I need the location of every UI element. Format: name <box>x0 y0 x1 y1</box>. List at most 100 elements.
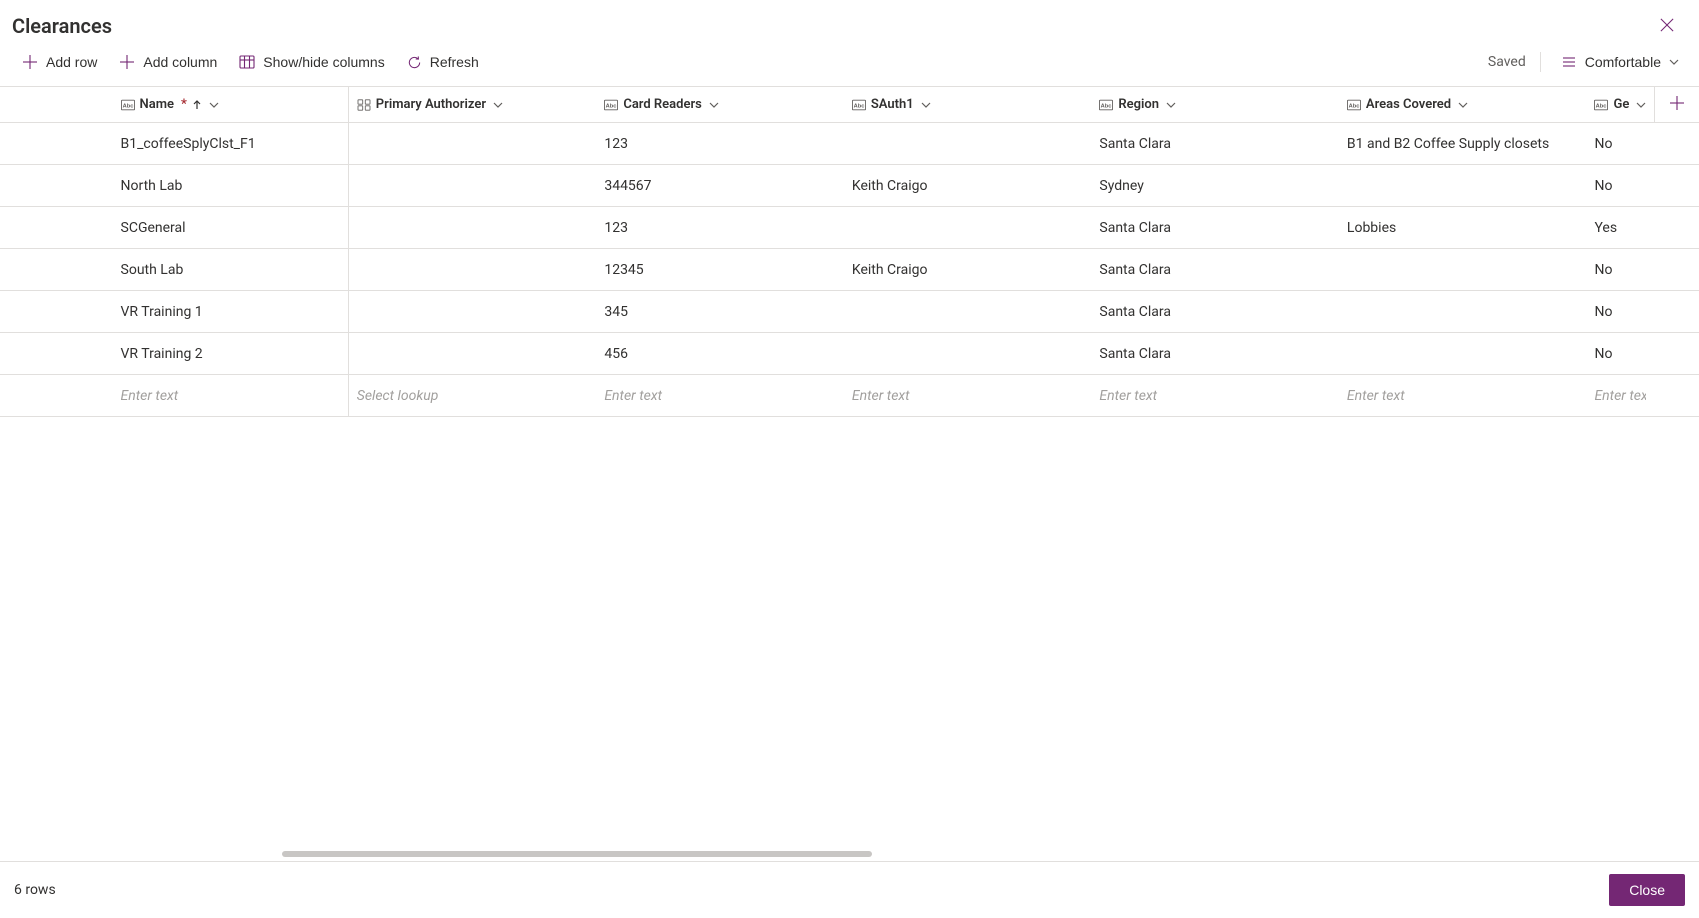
show-hide-columns-button[interactable]: Show/hide columns <box>231 48 392 76</box>
cell-readers[interactable]: 12345 <box>596 249 844 291</box>
cell-ge[interactable]: No <box>1586 249 1654 291</box>
cell-sauth1[interactable] <box>844 123 1092 165</box>
cell-readers[interactable]: 344567 <box>596 165 844 207</box>
cell-areas[interactable] <box>1339 291 1587 333</box>
table-row[interactable]: North Lab 344567Keith CraigoSydney No <box>0 165 1699 207</box>
cell-areas[interactable]: Lobbies <box>1339 207 1587 249</box>
columns-icon <box>239 54 255 70</box>
cell-region[interactable]: Sydney <box>1091 165 1339 207</box>
cell-name[interactable]: South Lab <box>113 249 349 291</box>
cell-name[interactable]: SCGeneral <box>113 207 349 249</box>
column-header-areas[interactable]: AbcAreas Covered <box>1339 87 1587 123</box>
column-header-primary[interactable]: Primary Authorizer <box>349 87 597 123</box>
cell-ge[interactable]: Yes <box>1586 207 1654 249</box>
column-header-readers[interactable]: Abc Card Readers <box>596 87 844 123</box>
column-label: SAuth1 <box>871 97 914 112</box>
plus-icon <box>22 54 38 70</box>
refresh-icon <box>407 55 422 70</box>
cell-region[interactable]: Santa Clara <box>1091 207 1339 249</box>
cell-region[interactable]: Santa Clara <box>1091 291 1339 333</box>
cell-name[interactable]: North Lab <box>113 165 349 207</box>
add-column-label: Add column <box>143 54 217 70</box>
add-row-button[interactable]: Add row <box>14 48 105 76</box>
new-row-cell-primary[interactable] <box>349 375 597 417</box>
horizontal-scrollbar[interactable] <box>22 847 1677 859</box>
refresh-button[interactable]: Refresh <box>399 48 487 76</box>
cell-name[interactable]: B1_coffeeSplyClst_F1 <box>113 123 349 165</box>
close-icon-button[interactable] <box>1651 10 1683 42</box>
table-row[interactable]: VR Training 2 456 Santa Clara No <box>0 333 1699 375</box>
new-row-input-areas[interactable] <box>1347 384 1579 408</box>
cell-ge[interactable]: No <box>1586 165 1654 207</box>
table-row[interactable]: VR Training 1 345 Santa Clara No <box>0 291 1699 333</box>
new-row-input-name[interactable] <box>121 384 340 408</box>
column-header-name[interactable]: AbcName* <box>113 87 349 123</box>
add-column-icon-button[interactable] <box>1655 94 1699 115</box>
svg-text:Abc: Abc <box>1101 103 1112 109</box>
chevron-down-icon <box>709 100 719 110</box>
new-row-input-ge[interactable] <box>1594 384 1646 408</box>
cell-primary[interactable] <box>349 165 597 207</box>
cell-primary[interactable] <box>349 333 597 375</box>
cell-primary[interactable] <box>349 249 597 291</box>
chevron-down-icon <box>209 100 219 110</box>
cell-region[interactable]: Santa Clara <box>1091 123 1339 165</box>
column-label: Card Readers <box>623 97 702 112</box>
row-number-cell <box>0 165 113 207</box>
cell-ge[interactable]: No <box>1586 333 1654 375</box>
cell-region[interactable]: Santa Clara <box>1091 249 1339 291</box>
new-row-cell-name[interactable] <box>113 375 349 417</box>
new-row-input-sauth1[interactable] <box>852 384 1084 408</box>
cell-areas[interactable] <box>1339 333 1587 375</box>
row-number-cell <box>0 249 113 291</box>
new-row-input-readers[interactable] <box>604 384 836 408</box>
cell-primary[interactable] <box>349 123 597 165</box>
cell-areas[interactable] <box>1339 249 1587 291</box>
add-column-button[interactable]: Add column <box>111 48 225 76</box>
cell-readers[interactable]: 123 <box>596 207 844 249</box>
cell-primary[interactable] <box>349 291 597 333</box>
cell-sauth1[interactable]: Keith Craigo <box>844 165 1092 207</box>
new-row-cell-readers[interactable] <box>596 375 844 417</box>
table-row[interactable]: B1_coffeeSplyClst_F1 123 Santa ClaraB1 and… <box>0 123 1699 165</box>
column-header-ge[interactable]: AbcGe <box>1586 87 1654 123</box>
page-title: Clearances <box>12 14 112 38</box>
svg-text:Abc: Abc <box>1349 103 1360 109</box>
new-row-input-primary[interactable] <box>357 384 589 408</box>
cell-sauth1[interactable] <box>844 333 1092 375</box>
cell-readers[interactable]: 123 <box>596 123 844 165</box>
cell-sauth1[interactable] <box>844 207 1092 249</box>
cell-trailing <box>1654 375 1699 417</box>
cell-readers[interactable]: 345 <box>596 291 844 333</box>
column-header-sauth1[interactable]: AbcSAuth1 <box>844 87 1092 123</box>
cell-primary[interactable] <box>349 207 597 249</box>
density-toggle[interactable]: Comfortable <box>1555 53 1685 71</box>
density-label: Comfortable <box>1585 54 1661 70</box>
text-type-icon: Abc <box>1099 99 1113 111</box>
column-label: Primary Authorizer <box>376 97 486 112</box>
cell-areas[interactable]: B1 and B2 Coffee Supply closets <box>1339 123 1587 165</box>
column-header-region[interactable]: AbcRegion <box>1091 87 1339 123</box>
new-row-cell-sauth1[interactable] <box>844 375 1092 417</box>
cell-trailing <box>1654 123 1699 165</box>
new-row-cell-region[interactable] <box>1091 375 1339 417</box>
new-row[interactable] <box>0 375 1699 417</box>
table-row[interactable]: SCGeneral 123 Santa ClaraLobbiesYes <box>0 207 1699 249</box>
cell-sauth1[interactable] <box>844 291 1092 333</box>
table-row[interactable]: South Lab 12345Keith CraigoSanta Clara No <box>0 249 1699 291</box>
cell-name[interactable]: VR Training 1 <box>113 291 349 333</box>
new-row-input-region[interactable] <box>1099 384 1331 408</box>
cell-sauth1[interactable]: Keith Craigo <box>844 249 1092 291</box>
svg-text:Abc: Abc <box>606 103 617 109</box>
cell-name[interactable]: VR Training 2 <box>113 333 349 375</box>
chevron-down-icon <box>1458 100 1468 110</box>
cell-areas[interactable] <box>1339 165 1587 207</box>
close-button[interactable]: Close <box>1609 874 1685 906</box>
new-row-cell-areas[interactable] <box>1339 375 1587 417</box>
new-row-cell-ge[interactable] <box>1586 375 1654 417</box>
cell-ge[interactable]: No <box>1586 291 1654 333</box>
svg-text:Abc: Abc <box>1596 103 1607 109</box>
cell-ge[interactable]: No <box>1586 123 1654 165</box>
cell-readers[interactable]: 456 <box>596 333 844 375</box>
cell-region[interactable]: Santa Clara <box>1091 333 1339 375</box>
